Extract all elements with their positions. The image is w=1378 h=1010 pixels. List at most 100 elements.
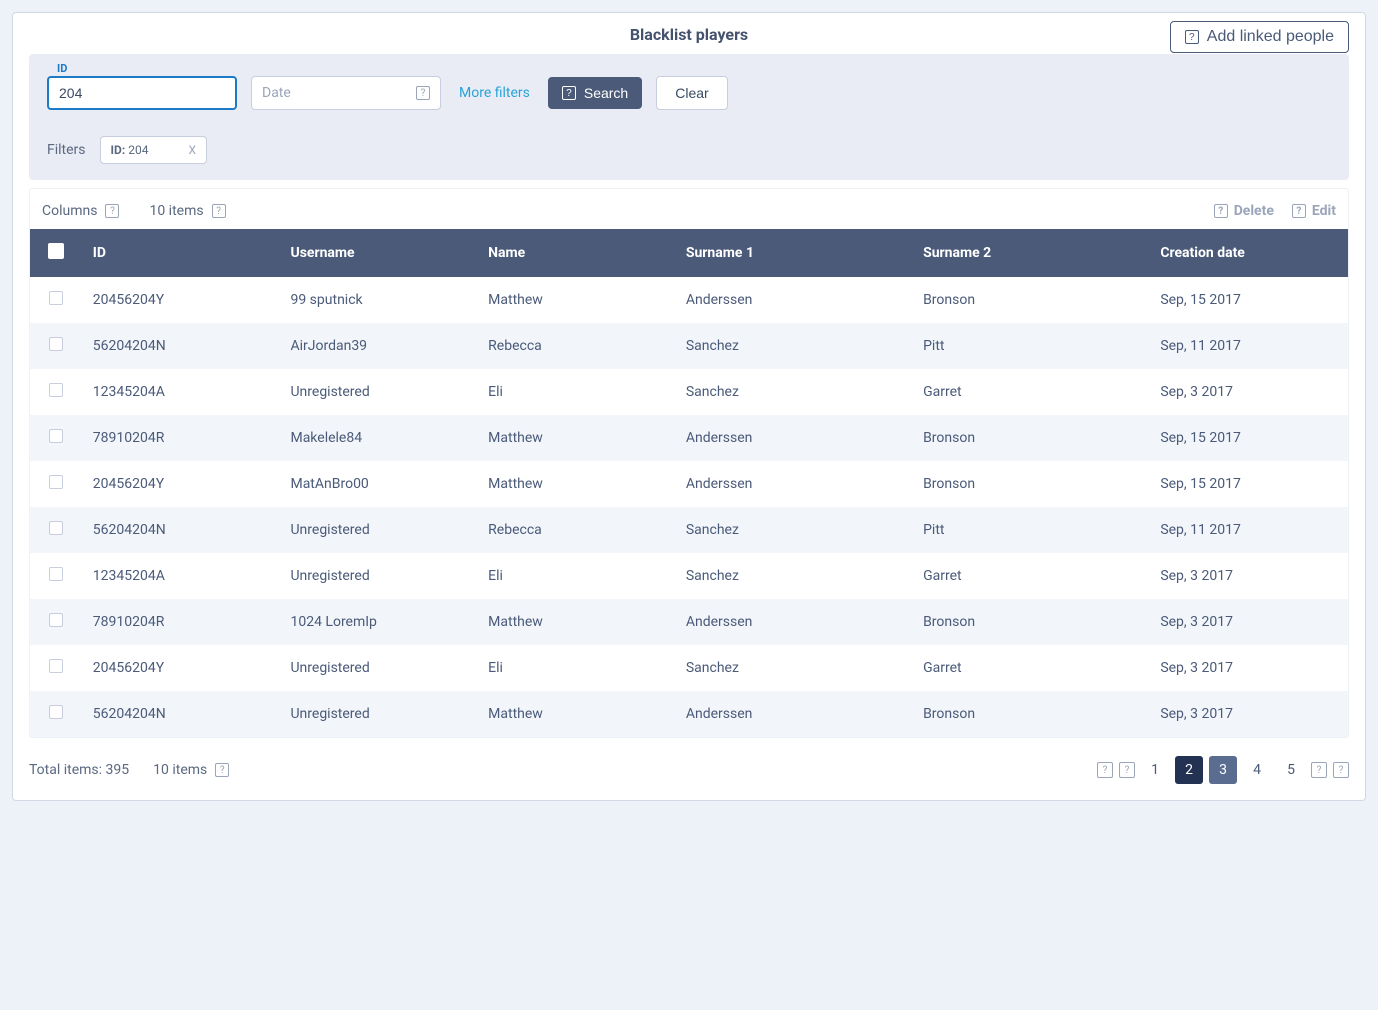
- table-header-row: ID Username Name Surname 1 Surname 2 Cre…: [30, 229, 1348, 277]
- cell-date: Sep, 15 2017: [1150, 277, 1348, 323]
- cell-surname2: Pitt: [913, 507, 1150, 553]
- col-header-date[interactable]: Creation date: [1150, 229, 1348, 277]
- table-row[interactable]: 20456204Y99 sputnickMatthewAnderssenBron…: [30, 277, 1348, 323]
- search-icon: ?: [562, 86, 576, 100]
- table-row[interactable]: 20456204YMatAnBro00MatthewAnderssenBrons…: [30, 461, 1348, 507]
- select-all-checkbox[interactable]: [48, 243, 64, 259]
- col-header-surname2[interactable]: Surname 2: [913, 229, 1150, 277]
- footer-left: Total items: 395 10 items ?: [29, 762, 229, 778]
- cell-name: Matthew: [478, 461, 676, 507]
- row-checkbox[interactable]: [49, 705, 63, 719]
- page-5[interactable]: 5: [1277, 756, 1305, 784]
- table-body: 20456204Y99 sputnickMatthewAnderssenBron…: [30, 277, 1348, 737]
- cell-id: 20456204Y: [83, 277, 281, 323]
- calendar-icon: ?: [416, 86, 430, 100]
- cell-username: Unregistered: [280, 645, 478, 691]
- table-row[interactable]: 56204204NAirJordan39RebeccaSanchezPittSe…: [30, 323, 1348, 369]
- row-checkbox[interactable]: [49, 659, 63, 673]
- add-icon: ?: [1185, 30, 1199, 44]
- page-prev-icon[interactable]: ?: [1119, 762, 1135, 778]
- cell-surname1: Anderssen: [676, 415, 913, 461]
- col-header-name[interactable]: Name: [478, 229, 676, 277]
- cell-id: 56204204N: [83, 323, 281, 369]
- cell-date: Sep, 3 2017: [1150, 553, 1348, 599]
- cell-surname2: Garret: [913, 369, 1150, 415]
- cell-username: Unregistered: [280, 369, 478, 415]
- row-checkbox[interactable]: [49, 291, 63, 305]
- row-checkbox[interactable]: [49, 613, 63, 627]
- row-checkbox[interactable]: [49, 337, 63, 351]
- page-3[interactable]: 3: [1209, 756, 1237, 784]
- filter-chip-id: ID: 204 X: [100, 136, 207, 164]
- search-button[interactable]: ? Search: [548, 77, 642, 109]
- table-row[interactable]: 56204204NUnregisteredRebeccaSanchezPittS…: [30, 507, 1348, 553]
- table-row[interactable]: 78910204RMakelele84MatthewAnderssenBrons…: [30, 415, 1348, 461]
- table-row[interactable]: 20456204YUnregisteredEliSanchezGarretSep…: [30, 645, 1348, 691]
- table-row[interactable]: 78910204R1024 LoremIpMatthewAnderssenBro…: [30, 599, 1348, 645]
- page-1[interactable]: 1: [1141, 756, 1169, 784]
- chip-remove-icon[interactable]: X: [188, 143, 196, 157]
- table-row[interactable]: 56204204NUnregisteredMatthewAnderssenBro…: [30, 691, 1348, 737]
- more-filters-link[interactable]: More filters: [455, 85, 534, 101]
- cell-id: 56204204N: [83, 691, 281, 737]
- header: Blacklist players ? Add linked people: [13, 13, 1365, 54]
- col-header-id[interactable]: ID: [83, 229, 281, 277]
- cell-date: Sep, 15 2017: [1150, 415, 1348, 461]
- cell-surname1: Anderssen: [676, 461, 913, 507]
- row-checkbox[interactable]: [49, 475, 63, 489]
- col-header-username[interactable]: Username: [280, 229, 478, 277]
- footer-page-size[interactable]: 10 items ?: [153, 762, 229, 778]
- cell-id: 78910204R: [83, 599, 281, 645]
- cell-surname1: Sanchez: [676, 645, 913, 691]
- cell-surname2: Garret: [913, 645, 1150, 691]
- date-input[interactable]: Date ?: [251, 76, 441, 110]
- table-container: Columns ? 10 items ? ? Delete ? Edit: [29, 188, 1349, 738]
- page-2[interactable]: 2: [1175, 756, 1203, 784]
- delete-button[interactable]: ? Delete: [1214, 203, 1274, 219]
- page-4[interactable]: 4: [1243, 756, 1271, 784]
- page-size-selector[interactable]: 10 items ?: [149, 203, 225, 219]
- edit-icon: ?: [1292, 204, 1306, 218]
- delete-icon: ?: [1214, 204, 1228, 218]
- table-row[interactable]: 12345204AUnregisteredEliSanchezGarretSep…: [30, 553, 1348, 599]
- columns-selector[interactable]: Columns ?: [42, 203, 119, 219]
- cell-surname2: Pitt: [913, 323, 1150, 369]
- toolbar-right: ? Delete ? Edit: [1214, 203, 1336, 219]
- table-toolbar: Columns ? 10 items ? ? Delete ? Edit: [30, 189, 1348, 229]
- col-header-surname1[interactable]: Surname 1: [676, 229, 913, 277]
- filter-panel: ID Date ? More filters ? Search Clear Fi…: [29, 54, 1349, 180]
- id-field-label: ID: [57, 62, 67, 75]
- cell-id: 12345204A: [83, 369, 281, 415]
- row-checkbox[interactable]: [49, 383, 63, 397]
- cell-name: Matthew: [478, 415, 676, 461]
- add-linked-people-button[interactable]: ? Add linked people: [1170, 21, 1349, 53]
- cell-name: Matthew: [478, 691, 676, 737]
- clear-button[interactable]: Clear: [656, 76, 727, 110]
- cell-surname2: Bronson: [913, 691, 1150, 737]
- cell-surname1: Anderssen: [676, 277, 913, 323]
- main-card: Blacklist players ? Add linked people ID…: [12, 12, 1366, 801]
- toolbar-left: Columns ? 10 items ?: [42, 203, 226, 219]
- cell-username: 1024 LoremIp: [280, 599, 478, 645]
- cell-surname1: Anderssen: [676, 599, 913, 645]
- columns-icon: ?: [105, 204, 119, 218]
- page-last-icon[interactable]: ?: [1333, 762, 1349, 778]
- page-title: Blacklist players: [630, 25, 748, 44]
- page-next-icon[interactable]: ?: [1311, 762, 1327, 778]
- id-input[interactable]: [47, 76, 237, 110]
- filter-row: ID Date ? More filters ? Search Clear: [47, 76, 1331, 110]
- row-checkbox[interactable]: [49, 521, 63, 535]
- row-checkbox[interactable]: [49, 429, 63, 443]
- cell-id: 56204204N: [83, 507, 281, 553]
- players-table: ID Username Name Surname 1 Surname 2 Cre…: [30, 229, 1348, 737]
- table-row[interactable]: 12345204AUnregisteredEliSanchezGarretSep…: [30, 369, 1348, 415]
- cell-date: Sep, 11 2017: [1150, 323, 1348, 369]
- footer-page-size-icon: ?: [215, 763, 229, 777]
- cell-username: 99 sputnick: [280, 277, 478, 323]
- edit-button[interactable]: ? Edit: [1292, 203, 1336, 219]
- cell-id: 20456204Y: [83, 461, 281, 507]
- applied-filters-label: Filters: [47, 142, 86, 158]
- add-linked-label: Add linked people: [1207, 28, 1334, 46]
- row-checkbox[interactable]: [49, 567, 63, 581]
- page-first-icon[interactable]: ?: [1097, 762, 1113, 778]
